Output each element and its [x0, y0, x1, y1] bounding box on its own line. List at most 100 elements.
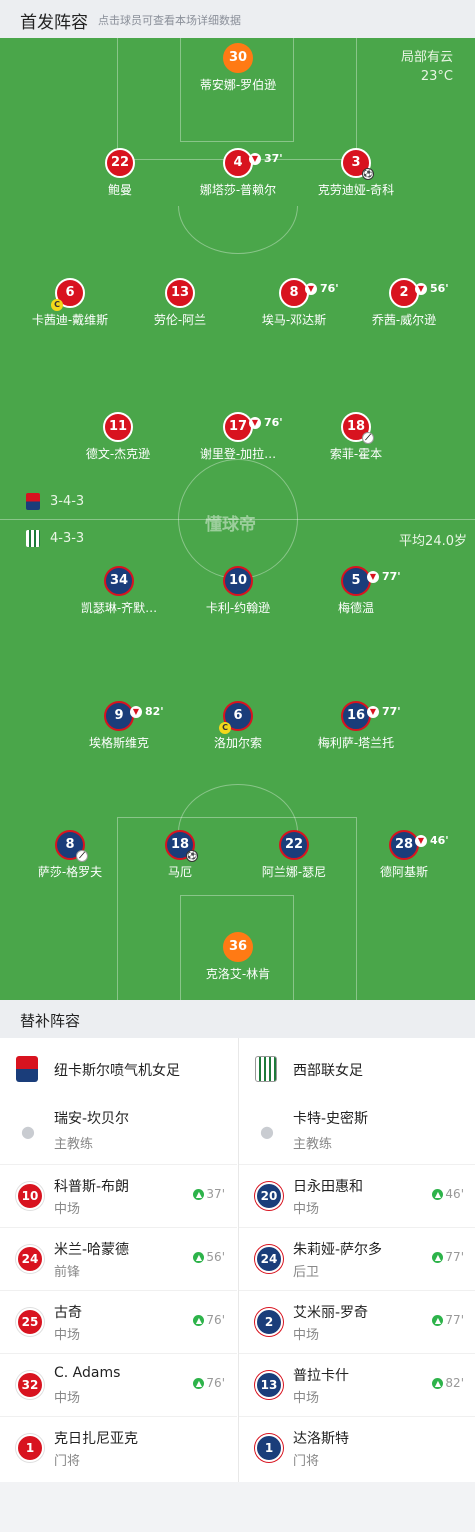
- player-number: 11: [103, 412, 133, 442]
- away-subs-column: 西部联女足 ● 卡特-史密斯 主教练 20 日永田惠和 中场 ▲ 46' 24 朱莉娅-萨尔…: [238, 1038, 475, 1482]
- sub-player-name: 普拉卡什: [293, 1368, 349, 1384]
- away-player[interactable]: 34 凯瑟琳-齐默…: [64, 566, 174, 616]
- player-number: 22: [105, 148, 135, 178]
- sub-out-minute: 46': [430, 834, 449, 847]
- away-player[interactable]: 6 C 洛加尔索: [183, 701, 293, 751]
- sub-player-number: 2: [255, 1308, 283, 1336]
- player-number: 30: [223, 43, 253, 73]
- sub-player-row[interactable]: 32 C. Adams 中场 ▲ 76': [0, 1353, 237, 1416]
- player-number: 18 ⚽: [165, 830, 198, 862]
- sub-player-row[interactable]: 2 艾米丽-罗奇 中场 ▲ 77': [239, 1290, 475, 1353]
- sub-player-position: 门将: [54, 1454, 81, 1469]
- player-name: 马厄: [167, 865, 192, 879]
- subs-title: 替补阵容: [20, 1012, 81, 1030]
- sub-player-number: 24: [16, 1245, 44, 1273]
- away-player[interactable]: 22 阿兰娜-瑟尼: [239, 830, 349, 880]
- weather-info: 局部有云 23°C: [401, 48, 453, 86]
- player-name: 萨莎-格罗夫: [37, 865, 103, 879]
- sub-player-position: 后卫: [293, 1265, 320, 1280]
- player-name: 索菲-霍本: [329, 447, 383, 461]
- home-coach-row[interactable]: ● 瑞安-坎贝尔 主教练: [0, 1100, 237, 1164]
- home-player[interactable]: 8 ▼ 76' 埃马-邓达斯: [239, 278, 349, 328]
- sub-player-number: 32: [16, 1371, 44, 1399]
- home-player[interactable]: 2 ▼ 56' 乔茜-威尔逊: [349, 278, 459, 328]
- sub-player-row[interactable]: 25 古奇 中场 ▲ 76': [0, 1290, 237, 1353]
- sub-player-position: 门将: [293, 1454, 320, 1469]
- home-player[interactable]: 22 鲍曼: [65, 148, 175, 198]
- away-player[interactable]: 18 ⚽ 马厄: [125, 830, 235, 880]
- home-player[interactable]: 30 蒂安娜-罗伯逊: [183, 43, 293, 93]
- sub-player-position: 中场: [54, 1202, 81, 1217]
- sub-player-row[interactable]: 10 科普斯-布朗 中场 ▲ 37': [0, 1164, 237, 1227]
- sub-in-icon: ▲: [432, 1188, 444, 1200]
- sub-out-marker: ▼ 76': [249, 410, 283, 436]
- sub-in-icon: ▲: [193, 1377, 205, 1389]
- player-number: 28 ▼ 46': [389, 830, 449, 860]
- sub-player-row[interactable]: 24 朱莉娅-萨尔多 后卫 ▲ 77': [239, 1227, 475, 1290]
- away-player[interactable]: 9 ▼ 82' 埃格斯维克: [64, 701, 174, 751]
- home-player[interactable]: 3 ⚽ 克劳迪娅-奇科: [301, 148, 411, 198]
- sub-out-icon: ▼: [415, 835, 427, 847]
- home-team-row[interactable]: 纽卡斯尔喷气机女足: [0, 1038, 237, 1100]
- away-player[interactable]: 8 ⟋ 萨莎-格罗夫: [15, 830, 125, 880]
- player-number: 5 ▼ 77': [341, 566, 401, 596]
- sub-player-row[interactable]: 24 米兰-哈蒙德 前锋 ▲ 56': [0, 1227, 237, 1290]
- watermark-logo: 懂球帝: [205, 515, 256, 535]
- home-player[interactable]: 11 德文-杰克逊: [63, 412, 173, 462]
- player-number: 6C: [219, 701, 253, 734]
- sub-player-row[interactable]: 1 克日扎尼亚克 门将: [0, 1416, 237, 1479]
- home-formation: 3-4-3: [26, 493, 84, 510]
- sub-in-minute: 37': [206, 1187, 225, 1201]
- away-player[interactable]: 36 克洛艾-林肯: [183, 932, 293, 982]
- away-player[interactable]: 28 ▼ 46' 德阿基斯: [349, 830, 459, 880]
- sub-out-icon: ▼: [415, 283, 427, 295]
- sub-player-name: 克日扎尼亚克: [54, 1431, 138, 1447]
- sub-player-name: 古奇: [54, 1305, 82, 1321]
- player-number: 34: [104, 566, 134, 596]
- temperature-text: 23°C: [420, 69, 453, 84]
- home-player[interactable]: 4 ▼ 37' 娜塔莎-普赖尔: [183, 148, 293, 198]
- sub-in-minute: 56': [206, 1250, 225, 1264]
- home-player[interactable]: 18 ⟋ 索菲-霍本: [301, 412, 411, 462]
- sub-player-number: 20: [255, 1182, 283, 1210]
- away-player[interactable]: 5 ▼ 77' 梅德温: [301, 566, 411, 616]
- home-player[interactable]: 17 ▼ 76' 谢里登-加拉…: [183, 412, 293, 462]
- player-name: 埃格斯维克: [88, 736, 149, 750]
- sub-in-time: ▲ 46': [432, 1187, 464, 1201]
- home-player[interactable]: 6 C 卡茜迪-戴维斯: [15, 278, 125, 328]
- player-name: 鲍曼: [107, 183, 132, 197]
- weather-text: 局部有云: [400, 50, 453, 65]
- sub-in-time: ▲ 77': [432, 1250, 464, 1264]
- player-number: 16 ▼ 77': [341, 701, 401, 731]
- away-coach-row[interactable]: ● 卡特-史密斯 主教练: [239, 1100, 475, 1164]
- player-number: 22: [279, 830, 309, 860]
- sub-in-minute: 46': [445, 1187, 464, 1201]
- captain-badge-icon: C: [51, 299, 63, 311]
- away-team-row[interactable]: 西部联女足: [239, 1038, 475, 1100]
- home-team-badge-icon: [26, 493, 40, 510]
- sub-out-marker: ▼ 82': [130, 699, 164, 725]
- sub-out-marker: ▼ 56': [415, 276, 449, 302]
- away-player[interactable]: 16 ▼ 77' 梅利萨-塔兰托: [301, 701, 411, 751]
- player-number: 8 ⟋: [55, 830, 88, 862]
- home-team-logo-icon: [16, 1056, 38, 1082]
- sub-out-minute: 82': [145, 705, 164, 718]
- sub-player-number: 25: [16, 1308, 44, 1336]
- sub-out-minute: 56': [430, 282, 449, 295]
- sub-player-row[interactable]: 13 普拉卡什 中场 ▲ 82': [239, 1353, 475, 1416]
- sub-player-row[interactable]: 1 达洛斯特 门将: [239, 1416, 475, 1479]
- assist-boot-icon: ⟋: [362, 432, 374, 444]
- sub-player-position: 中场: [54, 1391, 81, 1406]
- away-formation-text: 4-3-3: [50, 531, 85, 546]
- sub-player-row[interactable]: 20 日永田惠和 中场 ▲ 46': [239, 1164, 475, 1227]
- away-player[interactable]: 10 卡利-约翰逊: [183, 566, 293, 616]
- home-player[interactable]: 13 劳伦-阿兰: [125, 278, 235, 328]
- player-name: 劳伦-阿兰: [153, 313, 207, 327]
- player-name: 蒂安娜-罗伯逊: [199, 78, 277, 92]
- sub-out-marker: ▼ 46': [415, 828, 449, 854]
- lineup-header: 首发阵容 点击球员可查看本场详细数据: [0, 0, 475, 38]
- sub-player-name: 日永田惠和: [293, 1179, 363, 1195]
- sub-out-icon: ▼: [367, 571, 379, 583]
- sub-in-time: ▲ 82': [432, 1376, 464, 1390]
- subs-panel: 纽卡斯尔喷气机女足 ● 瑞安-坎贝尔 主教练 10 科普斯-布朗 中场 ▲ 37' 24 米…: [0, 1038, 475, 1482]
